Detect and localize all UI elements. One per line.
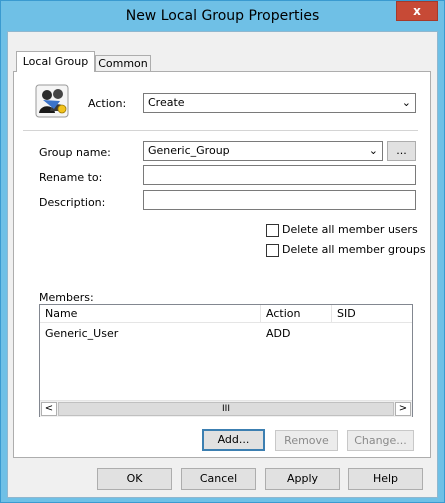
- description-input[interactable]: [143, 190, 416, 210]
- scroll-right-icon[interactable]: >: [395, 402, 411, 416]
- delete-users-checkbox[interactable]: [266, 224, 279, 237]
- scroll-thumb[interactable]: III: [58, 402, 394, 416]
- description-label: Description:: [39, 196, 106, 209]
- ok-button[interactable]: OK: [97, 468, 172, 490]
- members-label: Members:: [39, 291, 94, 304]
- horizontal-scrollbar[interactable]: < III >: [40, 400, 412, 417]
- window-title: New Local Group Properties: [125, 8, 320, 24]
- member-name: Generic_User: [45, 327, 119, 340]
- column-action[interactable]: Action: [261, 305, 332, 322]
- members-listview[interactable]: Name Action SID Generic_User ADD < III >: [39, 304, 413, 417]
- group-name-combobox[interactable]: Generic_Group ⌄: [143, 141, 383, 161]
- apply-button[interactable]: Apply: [265, 468, 340, 490]
- remove-member-button[interactable]: Remove: [275, 430, 338, 451]
- tab-local-group[interactable]: Local Group: [16, 51, 95, 72]
- separator: [23, 130, 418, 131]
- column-sid[interactable]: SID: [332, 305, 412, 322]
- members-header: Name Action SID: [40, 305, 412, 323]
- chevron-down-icon: ⌄: [368, 144, 378, 157]
- delete-groups-checkbox[interactable]: [266, 244, 279, 257]
- title-bar[interactable]: New Local Group Properties x: [1, 1, 444, 31]
- member-action: ADD: [266, 327, 291, 340]
- delete-groups-label: Delete all member groups: [282, 243, 426, 256]
- chevron-down-icon: ⌄: [401, 96, 411, 109]
- properties-dialog: New Local Group Properties x Local Group…: [0, 0, 445, 503]
- scroll-left-icon[interactable]: <: [41, 402, 57, 416]
- rename-input[interactable]: [143, 165, 416, 185]
- group-name-value: Generic_Group: [148, 144, 230, 157]
- action-label: Action:: [88, 97, 127, 110]
- close-button[interactable]: x: [396, 1, 438, 21]
- action-dropdown[interactable]: Create ⌄: [143, 93, 416, 113]
- column-name[interactable]: Name: [40, 305, 261, 322]
- action-value: Create: [148, 96, 185, 109]
- delete-users-label: Delete all member users: [282, 223, 418, 236]
- change-member-button[interactable]: Change...: [347, 430, 414, 451]
- browse-group-button[interactable]: ...: [387, 141, 416, 161]
- cancel-button[interactable]: Cancel: [181, 468, 256, 490]
- group-name-label: Group name:: [39, 146, 111, 159]
- rename-label: Rename to:: [39, 171, 103, 184]
- local-group-icon: [34, 83, 70, 119]
- add-member-button[interactable]: Add...: [202, 429, 265, 451]
- help-button[interactable]: Help: [348, 468, 423, 490]
